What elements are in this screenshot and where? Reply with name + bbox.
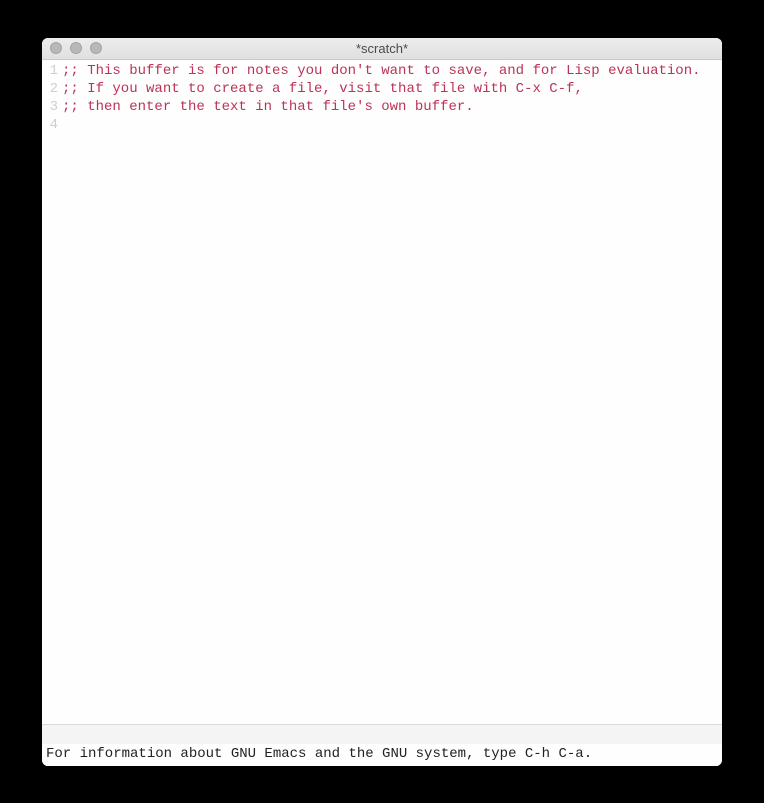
titlebar[interactable]: *scratch* [42, 38, 722, 60]
line-text[interactable]: ;; then enter the text in that file's ow… [60, 98, 474, 116]
line-number: 3 [42, 98, 60, 116]
line-number: 1 [42, 62, 60, 80]
editor-line: 1 ;; This buffer is for notes you don't … [42, 62, 722, 80]
editor-line: 3 ;; then enter the text in that file's … [42, 98, 722, 116]
emacs-window: *scratch* 1 ;; This buffer is for notes … [42, 38, 722, 766]
close-icon[interactable] [50, 42, 62, 54]
zoom-icon[interactable] [90, 42, 102, 54]
editor-line: 2 ;; If you want to create a file, visit… [42, 80, 722, 98]
editor-area[interactable]: 1 ;; This buffer is for notes you don't … [42, 60, 722, 724]
window-title: *scratch* [42, 41, 722, 56]
line-text[interactable]: ;; If you want to create a file, visit t… [60, 80, 583, 98]
line-text[interactable]: ;; This buffer is for notes you don't wa… [60, 62, 701, 80]
mode-line[interactable] [42, 724, 722, 744]
line-text[interactable] [60, 116, 62, 134]
line-number: 2 [42, 80, 60, 98]
minibuffer[interactable]: For information about GNU Emacs and the … [42, 744, 722, 766]
traffic-lights [42, 42, 102, 54]
minimize-icon[interactable] [70, 42, 82, 54]
line-number: 4 [42, 116, 60, 134]
editor-line: 4 [42, 116, 722, 134]
